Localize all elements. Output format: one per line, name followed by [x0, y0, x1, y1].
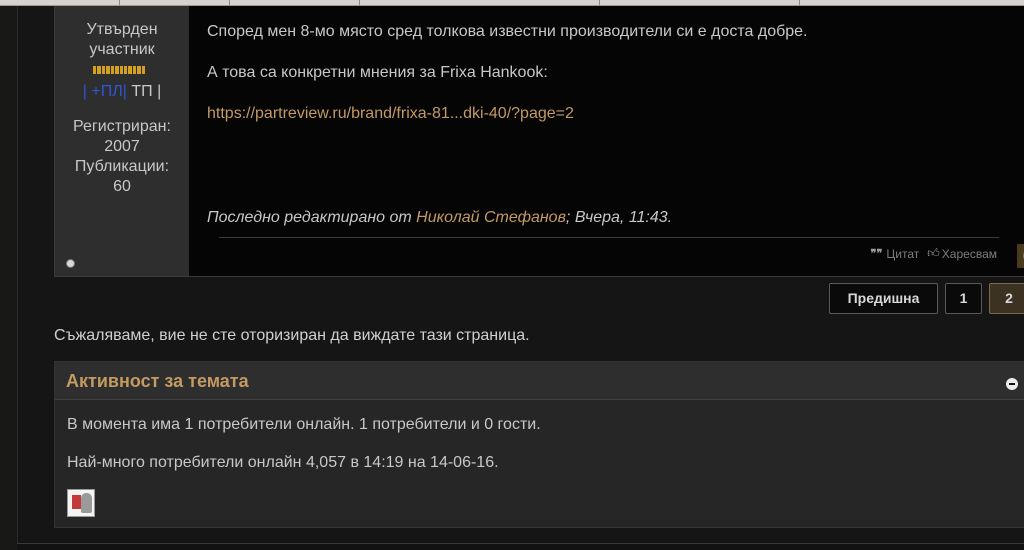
pipe-separator: | [122, 83, 127, 100]
forum-page: Утвърден участник | +ПЛ| ТП | Регистрира… [17, 6, 1024, 543]
toolbar-segment [230, 0, 360, 5]
edited-suffix: ; Вчера, 11:43. [565, 209, 673, 226]
quote-button[interactable]: Цитат [886, 247, 919, 261]
collapse-icon[interactable] [1006, 378, 1018, 390]
page-2-button[interactable]: 2 [989, 283, 1024, 314]
post-actions: ❞❞ Цитат 👍︎ Харесвам [871, 246, 997, 261]
user-stats: Регистриран: 2007 Публикации: 60 [55, 117, 189, 197]
thumbs-up-icon: 👍︎ [927, 246, 940, 260]
quote-icon: ❞❞ [870, 248, 883, 260]
pipe-separator: | [157, 83, 162, 100]
online-users-text: В момента има 1 потребители онлайн. 1 по… [67, 416, 541, 433]
posts-value: 60 [113, 178, 131, 195]
pipe-separator: | [82, 83, 87, 100]
posts-label: Публикации: [74, 158, 170, 175]
like-count-badge: 0 [1017, 244, 1024, 268]
edited-prefix: Последно редактирано от [207, 209, 417, 226]
avatar-shape [81, 493, 92, 513]
toolbar-segment [360, 0, 600, 5]
online-user-avatar[interactable] [67, 489, 95, 517]
tp-link[interactable]: ТП [131, 83, 152, 100]
post-text-line: А това са конкретни мнения за Frixa Hank… [207, 64, 548, 81]
post-footer-divider [219, 237, 999, 238]
toolbar-segment [0, 0, 120, 5]
activity-header: Активност за темата [55, 362, 1024, 400]
post-user-info: Утвърден участник | +ПЛ| ТП | Регистрира… [55, 6, 189, 276]
post-link[interactable]: https://partreview.ru/brand/frixa-81...d… [207, 105, 574, 123]
toolbar-segment [120, 0, 230, 5]
thread-activity-panel: Активност за темата В момента има 1 потр… [54, 361, 1024, 528]
reputation-bar [93, 66, 146, 74]
user-title: Утвърден участник [86, 21, 158, 58]
forum-post: Утвърден участник | +ПЛ| ТП | Регистрира… [54, 6, 1024, 277]
user-links: | +ПЛ| ТП | [55, 83, 189, 101]
previous-page-button[interactable]: Предишна [829, 283, 938, 314]
registered-label: Регистриран: [73, 118, 171, 135]
online-record-text: Най-много потребители онлайн 4,057 в 14:… [67, 454, 499, 471]
post-text-line: Според мен 8-мо място сред толкова извес… [207, 23, 808, 40]
not-authorized-message: Съжаляваме, вие не сте оторизиран да виж… [54, 327, 530, 344]
toolbar-segment [600, 0, 800, 5]
edited-author-link[interactable]: Николай Стефанов [416, 209, 566, 226]
online-status-icon [66, 259, 75, 268]
page-bottom-border [17, 543, 1024, 550]
registered-value: 2007 [104, 138, 140, 155]
plus-link[interactable]: +ПЛ [91, 83, 122, 100]
avatar-shape [72, 495, 81, 509]
like-button[interactable]: Харесвам [942, 247, 997, 261]
page-1-button[interactable]: 1 [945, 283, 982, 314]
edited-note: Последно редактирано от Николай Стефанов… [207, 209, 672, 227]
activity-title: Активност за темата [66, 371, 249, 391]
